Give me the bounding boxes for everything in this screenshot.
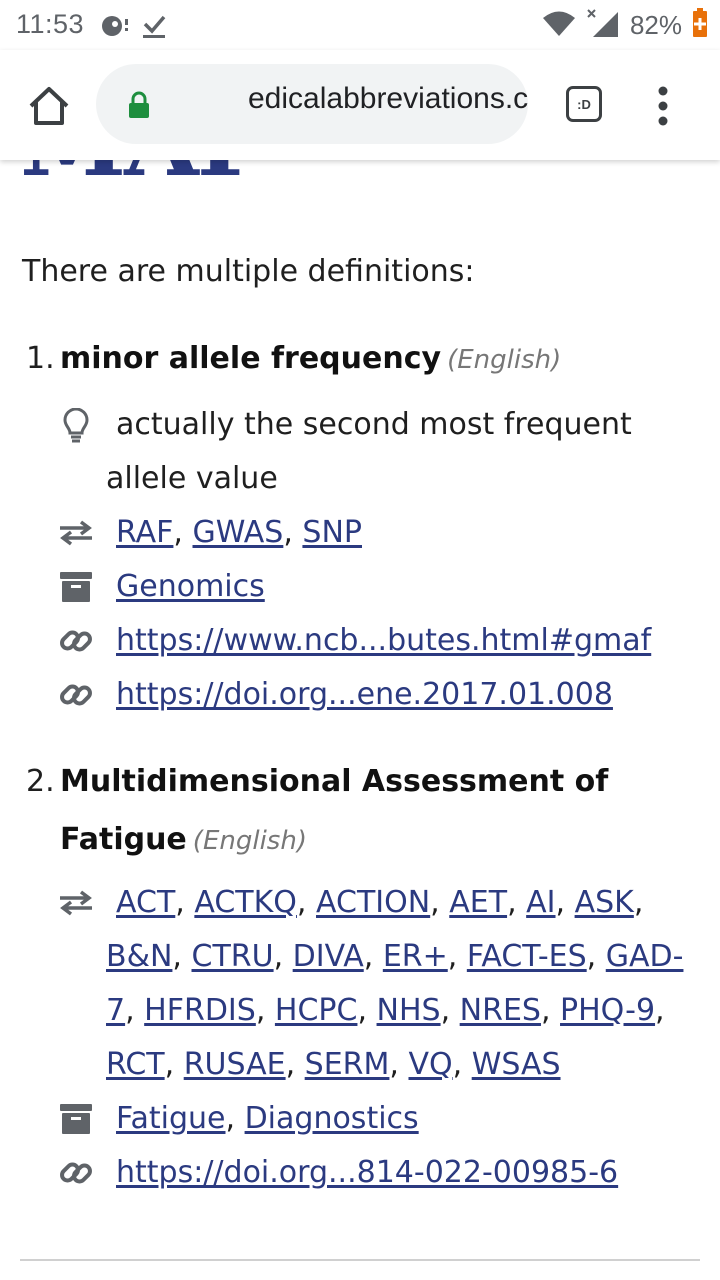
archive-icon [56, 567, 96, 607]
term-text: minor allele frequency [60, 341, 442, 376]
related-link[interactable]: RCT [106, 1047, 165, 1082]
related-link[interactable]: AI [526, 885, 555, 920]
definition-term: minor allele frequency (English) [60, 330, 620, 389]
category-link[interactable]: Fatigue [116, 1101, 226, 1136]
related-link[interactable]: ASK [575, 885, 634, 920]
source-link-row: https://doi.org...ene.2017.01.008 [106, 668, 706, 722]
swap-arrows-icon [56, 513, 96, 553]
home-icon[interactable] [24, 80, 74, 130]
wifi-icon [542, 9, 576, 41]
related-link[interactable]: SERM [305, 1047, 390, 1082]
battery-icon [692, 8, 708, 42]
definition-term: Multidimensional Assessment of Fatigue (E… [60, 753, 620, 870]
category-list: Genomics [106, 560, 706, 614]
link-icon [56, 675, 96, 715]
related-link[interactable]: SNP [302, 515, 362, 550]
definition-number: 1. [26, 341, 55, 376]
related-link[interactable]: CTRU [192, 939, 274, 974]
related-link[interactable]: DIVA [293, 939, 364, 974]
url-bar[interactable]: edicalabbreviations.com [96, 64, 528, 144]
link-icon [56, 1153, 96, 1193]
related-abbreviations: ACT, ACTKQ, ACTION, AET, AI, ASK, B&N, C… [106, 885, 684, 1082]
overflow-menu-icon[interactable] [656, 86, 670, 126]
browser-toolbar: edicalabbreviations.com :D [0, 50, 720, 160]
source-link[interactable]: https://doi.org...814-022-00985-6 [116, 1155, 618, 1190]
status-right: 82% [542, 8, 708, 42]
category-link[interactable]: Genomics [116, 569, 265, 604]
category-list: Fatigue, Diagnostics [116, 1101, 419, 1136]
related-abbreviations: RAF, GWAS, SNP [116, 515, 362, 550]
source-link-row: https://doi.org...814-022-00985-6 [106, 1146, 706, 1200]
related-link[interactable]: ACTION [316, 885, 430, 920]
tab-switcher-button[interactable]: :D [566, 86, 602, 122]
category-link[interactable]: Diagnostics [245, 1101, 419, 1136]
link-icon [56, 621, 96, 661]
signal-icon [586, 8, 620, 42]
battery-percent: 82% [629, 9, 682, 40]
page-content: MAF There are multiple definitions: 1. m… [0, 160, 720, 1280]
source-link[interactable]: https://www.ncb...butes.html#gmaf [116, 623, 651, 658]
related-link[interactable]: HCPC [275, 993, 358, 1028]
term-line-2: Fatigue [60, 822, 187, 857]
related-link[interactable]: GWAS [193, 515, 284, 550]
related-link[interactable]: WSAS [472, 1047, 561, 1082]
note-text: actually the second most frequent allele… [106, 398, 706, 506]
intro-text: There are multiple definitions: [22, 254, 475, 289]
lightbulb-icon [56, 406, 96, 446]
related-link[interactable]: NHS [377, 993, 441, 1028]
page-heading: MAF [20, 160, 265, 198]
status-time: 11:53 [16, 9, 85, 39]
related-link[interactable]: ACTKQ [194, 885, 297, 920]
note-line-1: actually the second most frequent [116, 407, 632, 442]
url-text: edicalabbreviations.com [248, 82, 528, 115]
lock-icon [128, 91, 150, 123]
source-link-row: https://www.ncb...butes.html#gmaf [106, 614, 706, 668]
note-line-2: allele value [106, 461, 278, 496]
language-label: (English) [192, 826, 307, 856]
swap-arrows-icon [56, 883, 96, 923]
related-link[interactable]: RAF [116, 515, 173, 550]
section-divider [20, 1259, 700, 1261]
related-link[interactable]: RUSAE [184, 1047, 286, 1082]
related-link[interactable]: HFRDIS [144, 993, 256, 1028]
language-label: (English) [447, 345, 562, 375]
definition-number: 2. [26, 764, 55, 799]
related-link[interactable]: FACT-ES [467, 939, 587, 974]
related-link[interactable]: NRES [460, 993, 541, 1028]
related-link[interactable]: AET [449, 885, 507, 920]
term-line-1: Multidimensional Assessment of [60, 764, 609, 799]
related-link[interactable]: ER+ [383, 939, 448, 974]
related-link[interactable]: B&N [106, 939, 172, 974]
source-link[interactable]: https://doi.org...ene.2017.01.008 [116, 677, 613, 712]
related-link[interactable]: ACT [116, 885, 175, 920]
status-bar: 11:53 82% [0, 0, 720, 50]
notification-icons-svg [102, 15, 166, 38]
related-link[interactable]: PHQ-9 [560, 993, 655, 1028]
notification-icons [100, 10, 170, 44]
archive-icon [56, 1099, 96, 1139]
related-link[interactable]: VQ [408, 1047, 452, 1082]
